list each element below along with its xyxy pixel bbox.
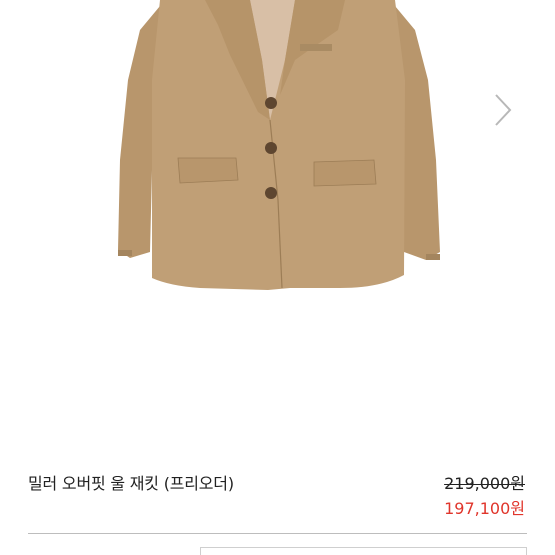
next-image-button[interactable] [488,92,518,128]
sale-price: 197,100원 [444,499,525,518]
product-image [118,0,440,290]
product-info: 밀러 오버핏 울 재킷 (프리오더) 219,000원 197,100원 [0,466,555,526]
chevron-right-icon [495,94,512,126]
option-select-box[interactable] [200,547,527,555]
divider [28,533,527,534]
original-price: 219,000원 [444,474,525,493]
product-name[interactable]: 밀러 오버핏 울 재킷 (프리오더) [28,470,234,494]
product-image-gallery[interactable] [0,0,555,450]
